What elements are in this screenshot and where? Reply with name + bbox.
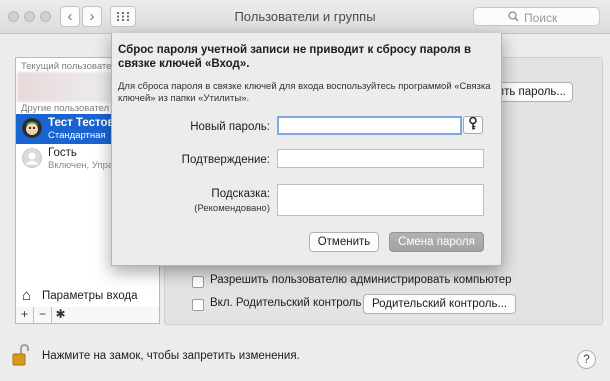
sheet-title: Сброс пароля учетной записи не приводит …: [118, 44, 472, 70]
hint-label: Подсказка:: [211, 188, 270, 200]
parental-controls-checkbox[interactable]: [192, 299, 204, 311]
lock-text: Нажмите на замок, чтобы запретить измене…: [42, 350, 300, 362]
cancel-button[interactable]: Отменить: [309, 232, 379, 252]
other-users-header: Другие пользовател: [21, 103, 110, 114]
title-bar: ‹ › Пользователи и группы Поиск: [0, 0, 610, 34]
user-role: Включен, Упра: [48, 160, 114, 171]
new-password-label: Новый пароль:: [190, 121, 270, 133]
sheet-description: Для сброса пароля в связке ключей для вх…: [118, 81, 491, 104]
confirm-label: Подтверждение:: [181, 154, 270, 166]
search-field[interactable]: Поиск: [473, 7, 600, 26]
allow-admin-checkbox[interactable]: [192, 276, 204, 288]
user-role: Стандартная: [48, 130, 106, 141]
hint-sublabel: (Рекомендовано): [194, 203, 270, 214]
reset-password-sheet: Сброс пароля учетной записи не приводит …: [111, 33, 502, 266]
remove-user-button[interactable]: −: [34, 307, 52, 323]
new-password-field[interactable]: [277, 116, 462, 135]
parental-controls-button[interactable]: Родительский контроль...: [363, 294, 516, 314]
search-placeholder: Поиск: [524, 11, 558, 25]
login-options-item[interactable]: ⌂ Параметры входа: [15, 287, 160, 308]
user-name: Гость: [48, 147, 77, 159]
guest-avatar-icon: [22, 148, 42, 168]
help-button[interactable]: ?: [577, 350, 596, 369]
lock-open-icon[interactable]: [12, 344, 30, 366]
key-icon[interactable]: [463, 116, 483, 134]
current-user-header: Текущий пользовате: [21, 61, 112, 72]
login-options-label: Параметры входа: [42, 290, 138, 302]
list-controls: + − ✱: [15, 307, 160, 324]
gear-icon[interactable]: ✱: [52, 307, 69, 323]
search-icon: [508, 11, 519, 25]
hint-field[interactable]: [277, 184, 484, 216]
add-user-button[interactable]: +: [16, 307, 34, 323]
allow-admin-label: Разрешить пользователю администрировать …: [210, 274, 512, 286]
confirm-password-field[interactable]: [277, 149, 484, 168]
change-password-button[interactable]: ить пароль...: [495, 82, 573, 102]
parental-controls-label: Вкл. Родительский контроль: [210, 297, 362, 309]
house-icon: ⌂: [22, 287, 32, 304]
change-password-submit-button[interactable]: Смена пароля: [389, 232, 484, 252]
avatar: [22, 118, 42, 138]
